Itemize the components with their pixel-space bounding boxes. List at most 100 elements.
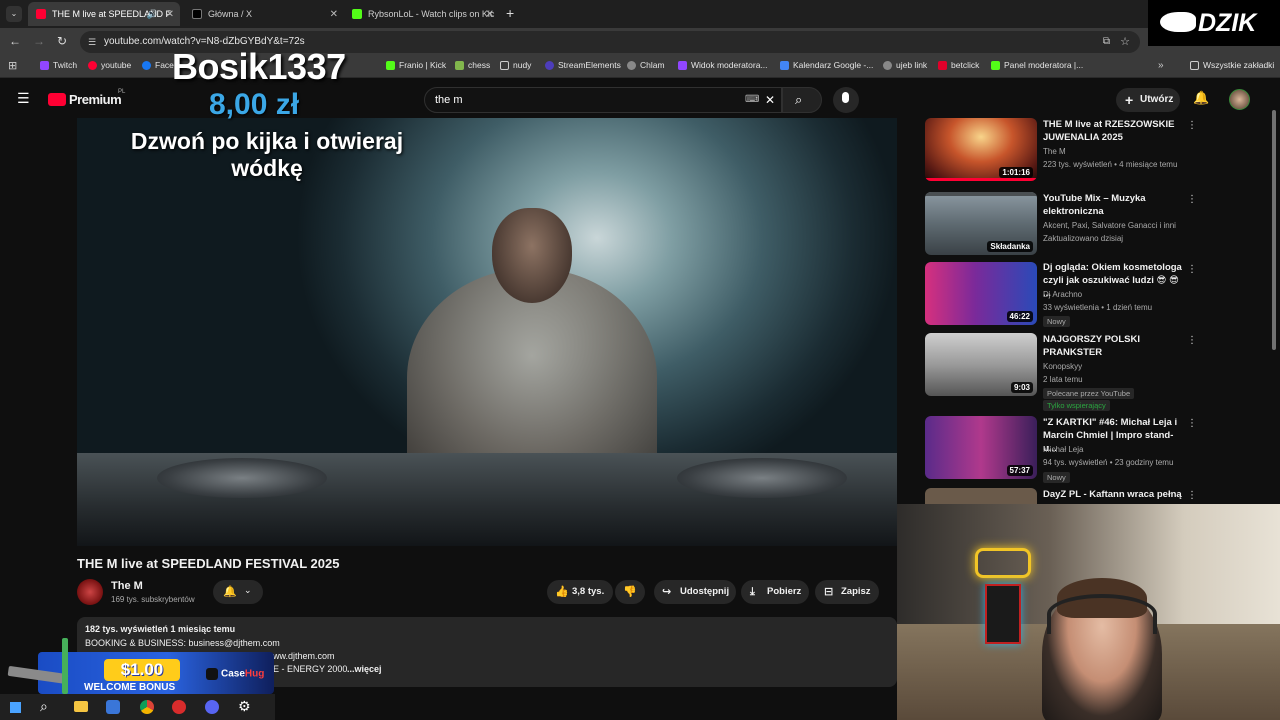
obs-icon[interactable] [172,700,186,714]
description-link[interactable]: ww.djthem.com [273,651,335,661]
dislike-button[interactable]: 👎 [615,580,645,604]
reload-icon[interactable]: ↻ [57,34,67,48]
bookmark-betclick[interactable]: betclick [938,60,979,70]
taskbar-app-icon[interactable] [106,700,120,714]
voice-search-button[interactable] [833,87,859,113]
bookmark-chlam[interactable]: Chlam [627,60,665,70]
show-more-link[interactable]: ...więcej [347,664,382,674]
chrome-icon[interactable] [140,700,154,714]
more-options-icon[interactable]: ⋮ [1187,490,1195,501]
video-thumbnail[interactable]: 57:37 [925,416,1037,479]
close-tab-icon[interactable]: ✕ [330,9,338,20]
forward-icon[interactable]: → [33,34,45,48]
bookmark-twitch[interactable]: Twitch [40,60,77,70]
site-info-icon[interactable]: ☰ [88,31,96,53]
video-thumbnail[interactable]: 9:03 [925,333,1037,396]
kick-icon [991,60,1000,70]
recommended-badge: Polecane przez YouTube [1043,388,1135,399]
more-options-icon[interactable]: ⋮ [1187,335,1197,346]
bookmark-franio-kick[interactable]: Franio | Kick [386,60,446,70]
bookmark-youtube[interactable]: youtube [88,60,131,70]
menu-icon[interactable]: ☰ [17,90,30,107]
youtube-logo-icon[interactable] [48,93,66,106]
recommendation-meta: Zaktualizowano dzisiaj [1043,234,1124,243]
kick-favicon-icon [352,9,362,19]
gaming-pc [985,584,1021,644]
bookmark-chess[interactable]: chess [455,60,490,70]
like-button[interactable]: 👍 3,8 tys. [547,580,613,604]
video-thumbnail[interactable]: Składanka [925,192,1037,255]
bookmark-panel-moderatora[interactable]: Panel moderatora |... [991,60,1083,70]
more-options-icon[interactable]: ⋮ [1187,264,1197,275]
more-bookmarks-icon[interactable]: » [1158,60,1164,71]
recommendation-title: NAJGORSZY POLSKI PRANKSTER [1043,334,1140,358]
recommendation-title: YouTube Mix – Muzyka elektroniczna [1043,193,1146,217]
recommendation-item[interactable]: 9:03 NAJGORSZY POLSKI PRANKSTER Konopsky… [925,333,1197,411]
ad-bonus-text: WELCOME BONUS [84,682,176,693]
apps-grid-icon[interactable]: ⊞ [8,59,17,72]
thumbs-down-icon: 👎 [623,586,637,598]
save-button[interactable]: ⊟ Zapisz [815,580,879,604]
recommendation-item[interactable]: 46:22 Dj ogląda: Okiem kosmetologa czyli… [925,262,1197,328]
share-button[interactable]: ↪ Udostępnij [654,580,736,604]
tab-search-icon[interactable]: ⌄ [6,6,22,22]
bookmark-kalendarz[interactable]: Kalendarz Google -... [780,60,873,70]
recommendation-item[interactable]: Składanka YouTube Mix – Muzyka elektroni… [925,192,1197,256]
subscription-bell-button[interactable]: 🔔 ⌄ [213,580,263,604]
save-label: Zapisz [841,586,871,597]
bookmark-streamelements[interactable]: StreamElements [545,60,621,70]
browser-tab-strip: ⌄ THE M live at SPEEDLAND F 🔊 ✕ Główna /… [0,0,1280,28]
facebook-icon [142,60,151,70]
close-tab-icon[interactable]: ✕ [166,9,174,20]
streamer-webcam [897,504,1280,720]
bookmark-widok-moderatora[interactable]: Widok moderatora... [678,60,768,70]
bookmark-facebook[interactable]: Face [142,60,174,70]
notifications-bell-icon[interactable]: 🔔 [1193,90,1209,106]
more-options-icon[interactable]: ⋮ [1187,418,1197,429]
file-explorer-icon[interactable] [74,701,88,712]
channel-avatar[interactable] [77,579,103,605]
bookmark-ujeb-link[interactable]: ujeb link [883,60,927,70]
settings-gear-icon[interactable]: ⚙ [238,698,251,715]
keyboard-icon[interactable]: ⌨ [745,88,759,112]
chevron-down-icon: ⌄ [244,585,252,595]
recommendation-item[interactable]: 1:01:16 THE M live at RZESZOWSKIE JUWENA… [925,118,1197,182]
taskbar-search-icon[interactable]: ⌕ [40,698,48,715]
new-tab-button[interactable]: + [506,5,514,21]
video-player[interactable] [77,118,897,546]
thumbs-up-icon: 👍 [555,586,569,598]
windows-start-icon[interactable] [10,702,21,713]
page-scrollbar[interactable] [1272,110,1276,350]
close-tab-icon[interactable]: ✕ [486,9,494,20]
recommendation-item[interactable]: 57:37 "Z KARTKI" #46: Michał Leja i Marc… [925,416,1197,483]
kick-icon [386,60,395,70]
more-options-icon[interactable]: ⋮ [1187,194,1197,205]
tab-youtube[interactable]: THE M live at SPEEDLAND F 🔊 ✕ [28,2,180,26]
download-button[interactable]: ⤓ Pobierz [741,580,809,604]
video-thumbnail[interactable]: 46:22 [925,262,1037,325]
create-button[interactable]: + Utwórz [1116,88,1180,112]
tab-x[interactable]: Główna / X ✕ [184,2,344,26]
tab-kick[interactable]: RybsonLoL - Watch clips on Kic ✕ [344,2,500,26]
video-thumbnail[interactable]: 1:01:16 [925,118,1037,181]
globe-icon [627,60,636,70]
performer-head [492,208,572,303]
install-app-icon[interactable]: ⧉ [1103,31,1110,53]
search-input[interactable]: the m ⌨ ✕ [424,87,782,113]
discord-icon[interactable] [205,700,219,714]
video-thumbnail[interactable] [925,488,1037,504]
bookmark-star-icon[interactable]: ☆ [1120,31,1130,53]
more-options-icon[interactable]: ⋮ [1187,120,1197,131]
youtube-premium-logo[interactable]: Premium [69,92,122,107]
recommendation-title: THE M live at RZESZOWSKIE JUWENALIA 2025 [1043,119,1175,143]
channel-name[interactable]: The M [111,580,143,592]
search-button[interactable]: ⌕ [782,87,822,113]
all-bookmarks-folder[interactable]: Wszystkie zakładki [1190,60,1274,70]
back-icon[interactable]: ← [9,34,21,48]
recommendation-item[interactable]: DayZ PL - Kaftann wraca pełną ⋮ [925,488,1195,504]
right-turntable [677,458,847,498]
avatar[interactable] [1229,89,1250,110]
clear-search-icon[interactable]: ✕ [765,88,775,112]
bookmark-nudy[interactable]: nudy [500,60,531,70]
boar-icon [1160,12,1196,32]
